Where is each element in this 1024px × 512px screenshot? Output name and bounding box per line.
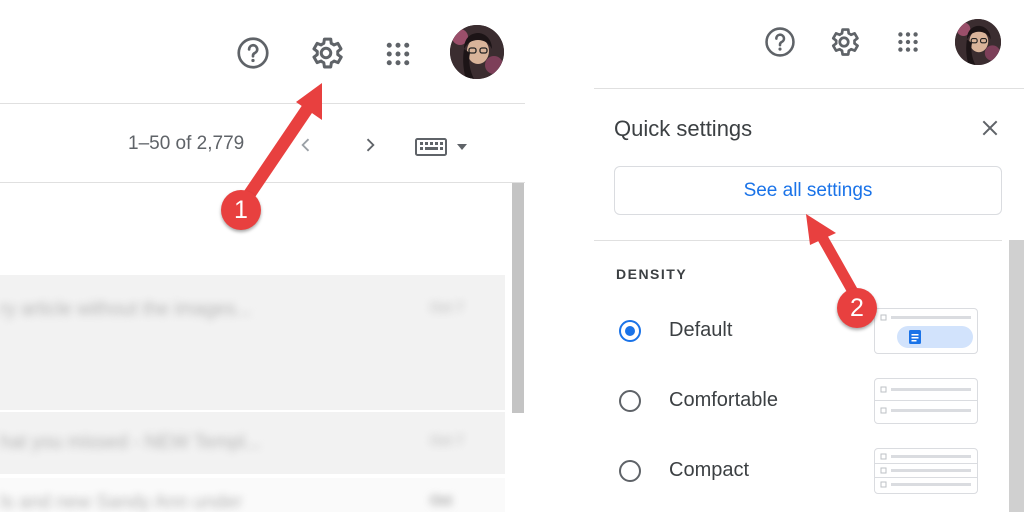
option-label: Comfortable <box>669 389 778 411</box>
email-row[interactable]: ls and new Sandy Ann under Oct <box>0 478 505 512</box>
list-divider <box>0 182 525 183</box>
left-screenshot-panel: 1–50 of 2,779 ry article without the ima… <box>0 0 525 512</box>
radio-default[interactable] <box>619 320 641 342</box>
account-avatar[interactable] <box>955 19 1001 65</box>
email-row[interactable]: hat you missed - NEW Templ... Oct 7 <box>0 412 505 474</box>
email-row[interactable]: ry article without the images... Oct 7 <box>0 275 505 410</box>
apps-grid-icon[interactable] <box>380 36 416 72</box>
close-icon[interactable] <box>978 116 1002 140</box>
pagination-text: 1–50 of 2,779 <box>128 133 245 154</box>
step-marker-2: 2 <box>837 288 877 328</box>
radio-comfortable[interactable] <box>619 390 641 412</box>
settings-gear-icon[interactable] <box>306 33 346 73</box>
option-label: Default <box>669 319 733 341</box>
comfortable-density-preview[interactable] <box>874 378 978 424</box>
apps-grid-icon[interactable] <box>892 26 924 58</box>
email-snippet: ry article without the images... <box>0 299 252 320</box>
account-avatar[interactable] <box>450 25 504 79</box>
help-icon[interactable] <box>762 24 798 60</box>
section-divider <box>594 240 1002 241</box>
right-screenshot-panel: Quick settings See all settings DENSITY … <box>594 0 1024 512</box>
radio-compact[interactable] <box>619 460 641 482</box>
scrollbar[interactable] <box>512 183 524 413</box>
chevron-left-icon[interactable] <box>294 133 318 157</box>
chevron-right-icon[interactable] <box>358 133 382 157</box>
email-snippet: hat you missed - NEW Templ... <box>0 432 261 453</box>
header-divider <box>594 88 1024 89</box>
density-heading: DENSITY <box>616 266 688 282</box>
option-label: Compact <box>669 459 750 481</box>
email-date: Oct 7 <box>430 432 464 448</box>
toolbar-divider <box>0 103 525 104</box>
settings-gear-icon[interactable] <box>826 24 862 60</box>
panel-gap <box>525 0 594 512</box>
compact-density-preview[interactable] <box>874 448 978 494</box>
step-marker-1: 1 <box>221 190 261 230</box>
keyboard-icon[interactable] <box>415 134 471 158</box>
email-snippet: ls and new Sandy Ann under <box>0 492 242 512</box>
quick-settings-title: Quick settings <box>614 116 753 141</box>
scrollbar[interactable] <box>1009 240 1024 512</box>
email-date: Oct 7 <box>430 299 464 315</box>
help-icon[interactable] <box>234 34 272 72</box>
default-density-preview[interactable] <box>874 308 978 354</box>
email-date: Oct <box>430 492 452 508</box>
see-all-settings-button[interactable]: See all settings <box>614 166 1002 215</box>
